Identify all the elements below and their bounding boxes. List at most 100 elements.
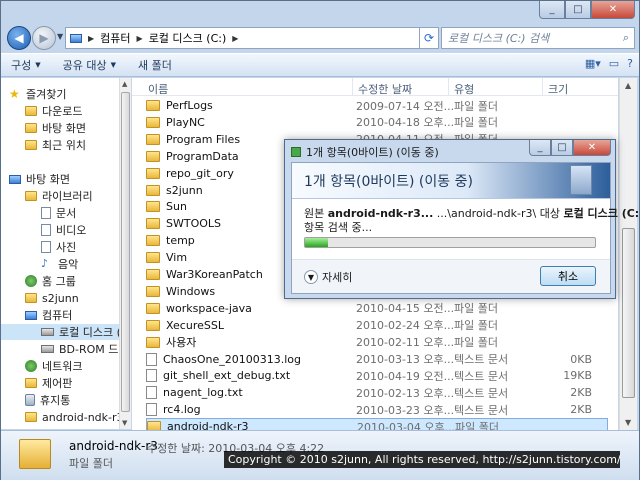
sidebar-item[interactable]: ♪ 음악 (41, 256, 78, 272)
sidebar-item[interactable]: 최근 위치 (25, 137, 86, 153)
file-date: 2010-03-04 오후... (357, 420, 456, 430)
help-icon[interactable]: ? (627, 57, 633, 70)
sidebar-item[interactable]: 네트워크 (25, 358, 82, 374)
dialog-close-button[interactable]: ✕ (573, 140, 611, 156)
file-name: Vim (166, 251, 188, 265)
maximize-button[interactable]: □ (565, 1, 591, 19)
breadcrumb-local-disk[interactable]: 로컬 디스크 (C:) (149, 30, 227, 46)
file-type: 파일 폴더 (454, 302, 498, 316)
file-type: 파일 폴더 (455, 420, 499, 430)
address-bar[interactable]: ▶ 컴퓨터 ▶ 로컬 디스크 (C:) ▶ (65, 27, 435, 49)
folder-icon (147, 421, 161, 430)
refresh-button[interactable]: ⟳ (419, 27, 439, 49)
forward-button[interactable]: ▶ (32, 26, 56, 50)
recent-pages-dropdown[interactable]: ▼ (57, 32, 63, 41)
table-row[interactable]: workspace-java 2010-04-15 오전... 파일 폴더 (146, 300, 608, 317)
details-name: android-ndk-r3 (69, 439, 158, 453)
cancel-button[interactable]: 취소 (540, 266, 596, 286)
table-row[interactable]: 사용자 2010-02-11 오후... 파일 폴더 (146, 334, 608, 351)
breadcrumb-computer[interactable]: 컴퓨터 (100, 30, 130, 46)
music-icon: ♪ (41, 257, 49, 270)
window-caption-buttons: _ □ ✕ (539, 1, 635, 19)
progress-bar (304, 237, 596, 248)
view-options-icon[interactable]: ▦▾ (585, 57, 601, 70)
file-type: 파일 폴더 (454, 336, 498, 350)
sidebar-item[interactable]: 바탕 화면 (25, 120, 86, 136)
sidebar-item-label: 바탕 화면 (26, 173, 70, 186)
destination-link[interactable]: 로컬 디스크 (C:) (563, 207, 640, 220)
sidebar-item-label: 네트워크 (42, 360, 83, 373)
dialog-maximize-button[interactable]: □ (551, 140, 573, 156)
file-list-scrollbar[interactable]: ▲ ▼ (619, 78, 637, 430)
search-input[interactable]: 로컬 디스크 (C:) 검색 ⌕ (441, 27, 635, 49)
sidebar-item[interactable]: s2junn (25, 290, 79, 306)
sidebar-item-label: 홈 그룹 (42, 275, 76, 288)
sidebar-item[interactable]: 문서 (41, 205, 76, 221)
sidebar-item-label: 비디오 (56, 224, 87, 237)
column-date-modified[interactable]: 수정한 날짜 (358, 81, 412, 97)
sidebar-item[interactable]: 비디오 (41, 222, 86, 238)
document-icon (41, 224, 51, 236)
table-row[interactable]: XecureSSL 2010-02-24 오후... 파일 폴더 (146, 317, 608, 334)
table-row[interactable]: rc4.log 2010-03-23 오후... 텍스트 문서 2KB (146, 401, 608, 418)
organize-button[interactable]: 구성 ▼ (11, 57, 41, 73)
navigation-scrollbar[interactable]: ▲ ▼ (119, 78, 131, 429)
file-date: 2010-04-18 오후... (356, 116, 455, 130)
sidebar-item[interactable]: android-ndk-r3- (25, 426, 128, 430)
document-icon (570, 165, 592, 195)
new-folder-button[interactable]: 새 폴더 (138, 57, 172, 73)
folder-icon (146, 133, 160, 145)
sidebar-item[interactable]: 바탕 화면 (9, 171, 70, 187)
file-name: s2junn (166, 183, 203, 197)
sidebar-item[interactable]: BD-ROM 드라 (41, 341, 129, 357)
table-row[interactable]: git_shell_ext_debug.txt 2010-04-19 오전... 텍… (146, 367, 608, 384)
sidebar-item[interactable]: 라이브러리 (25, 188, 93, 204)
sidebar-item[interactable]: 사진 (41, 239, 76, 255)
desktop-icon (9, 174, 21, 184)
text-file-icon (146, 369, 157, 383)
column-name[interactable]: 이름 (148, 81, 168, 97)
table-row[interactable]: PlayNC 2010-04-18 오후... 파일 폴더 (146, 114, 608, 131)
dialog-minimize-button[interactable]: _ (529, 140, 551, 156)
sidebar-item[interactable]: 홈 그룹 (25, 273, 76, 289)
folder-icon (146, 218, 160, 230)
column-size[interactable]: 크기 (548, 81, 568, 97)
file-type: 텍스트 문서 (454, 386, 509, 400)
folder-icon (25, 106, 37, 116)
file-name: SWTOOLS (166, 217, 222, 231)
preview-pane-icon[interactable]: ▭ (609, 57, 619, 70)
column-type[interactable]: 유형 (454, 81, 474, 97)
minimize-button[interactable]: _ (539, 1, 565, 19)
file-name: ChaosOne_20100313.log (163, 352, 302, 366)
file-date: 2010-04-19 오전... (356, 369, 455, 383)
folder-icon (25, 412, 37, 422)
sidebar-item[interactable]: 컴퓨터 (25, 307, 72, 323)
file-date: 2010-03-23 오후... (356, 403, 455, 417)
file-date: 2010-03-13 오후... (356, 353, 455, 366)
command-bar: 구성 ▼ 공유 대상 ▼ 새 폴더 ▦▾ ▭ ? (1, 53, 639, 77)
text-file-icon (146, 403, 157, 417)
table-row[interactable]: android-ndk-r3 2010-03-04 오후... 파일 폴더 (146, 418, 608, 430)
sidebar-item[interactable]: android-ndk-r3- (25, 409, 128, 425)
star-icon: ★ (9, 87, 20, 101)
share-with-button[interactable]: 공유 대상 ▼ (63, 57, 116, 73)
file-type: 파일 폴더 (454, 319, 498, 333)
sidebar-item[interactable]: 휴지통 (25, 392, 70, 408)
table-row[interactable]: PerfLogs 2009-07-14 오전... 파일 폴더 (146, 97, 608, 114)
details-type: 파일 폴더 (69, 457, 113, 470)
sidebar-item[interactable]: 로컬 디스크 (C (1, 324, 129, 340)
sidebar-item[interactable]: 제어판 (25, 375, 72, 391)
sidebar-item[interactable]: 다운로드 (25, 103, 82, 119)
back-button[interactable]: ◀ (7, 26, 31, 50)
column-headers: 이름 수정한 날짜 유형 크기 (132, 78, 618, 96)
trash-icon (25, 394, 35, 406)
more-details-button[interactable]: ▼ 자세히 (304, 269, 352, 285)
file-name: 사용자 (166, 336, 197, 350)
table-row[interactable]: nagent_log.txt 2010-02-13 오후... 텍스트 문서 2KB (146, 384, 608, 401)
close-button[interactable]: ✕ (591, 1, 635, 19)
file-type: 텍스트 문서 (454, 403, 509, 417)
file-size: 19KB (563, 369, 592, 383)
folder-icon (146, 285, 160, 297)
sidebar-item[interactable]: ★ 즐겨찾기 (9, 86, 66, 102)
table-row[interactable]: ChaosOne_20100313.log 2010-03-13 오후... 텍스트… (146, 351, 608, 368)
